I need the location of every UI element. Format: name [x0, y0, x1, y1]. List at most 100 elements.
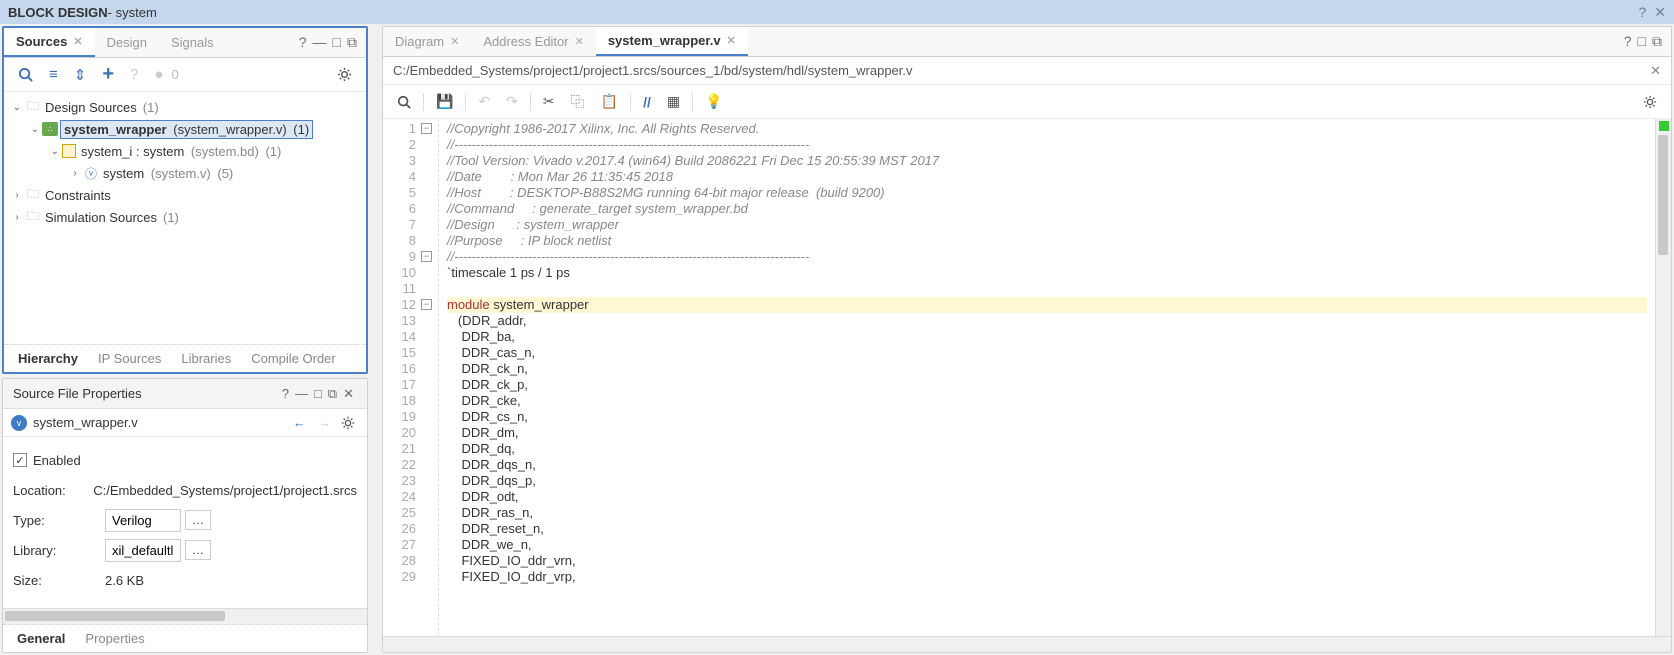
close-icon[interactable]: ✕: [343, 386, 354, 402]
file-path-bar: C:/Embedded_Systems/project1/project1.sr…: [383, 57, 1671, 85]
chevron-down-icon[interactable]: ⌄: [10, 102, 24, 113]
gear-icon[interactable]: [337, 67, 352, 82]
tab-general[interactable]: General: [7, 625, 75, 652]
help-icon[interactable]: ?: [1638, 4, 1646, 20]
code-content[interactable]: //Copyright 1986-2017 Xilinx, Inc. All R…: [439, 119, 1655, 636]
tab-ip-sources[interactable]: IP Sources: [88, 345, 171, 372]
tree-system[interactable]: › ⓥ system (system.v) (5): [6, 162, 364, 184]
properties-file-row: v system_wrapper.v ← →: [3, 409, 367, 437]
sources-bottom-tabs: Hierarchy IP Sources Libraries Compile O…: [4, 344, 366, 372]
title-prefix: BLOCK DESIGN: [8, 5, 108, 20]
location-label: Location:: [13, 483, 93, 498]
add-icon[interactable]: +: [102, 63, 114, 86]
search-icon[interactable]: [18, 67, 33, 82]
tab-signals[interactable]: Signals: [159, 28, 226, 57]
title-suffix: - system: [108, 5, 157, 20]
close-file-icon[interactable]: ✕: [1650, 63, 1661, 79]
chevron-right-icon[interactable]: ›: [68, 168, 82, 179]
scrollbar-vertical[interactable]: [1655, 119, 1671, 636]
properties-panel: Source File Properties ? — □ ⧉ ✕ v syste…: [2, 378, 368, 653]
code-editor[interactable]: 1−23456789−101112−1314151617181920212223…: [383, 119, 1671, 636]
popout-icon[interactable]: ⧉: [328, 386, 337, 402]
minimize-icon[interactable]: —: [313, 34, 327, 51]
scrollbar-horizontal[interactable]: [3, 608, 367, 624]
minimize-icon[interactable]: —: [295, 386, 308, 401]
close-icon[interactable]: ✕: [73, 35, 82, 48]
verilog-file-icon: ⓥ: [82, 165, 100, 181]
library-field[interactable]: [105, 539, 181, 562]
save-icon[interactable]: 💾: [436, 93, 453, 110]
close-icon[interactable]: ✕: [727, 34, 736, 47]
tab-diagram[interactable]: Diagram✕: [383, 27, 471, 56]
popout-icon[interactable]: ⧉: [1652, 33, 1662, 50]
paste-icon[interactable]: 📋: [601, 93, 618, 110]
tab-system-wrapper[interactable]: system_wrapper.v✕: [596, 27, 748, 56]
tab-properties[interactable]: Properties: [75, 625, 154, 652]
gear-icon[interactable]: [341, 416, 355, 430]
search-icon[interactable]: [397, 95, 411, 109]
block-design-icon: [62, 144, 76, 158]
tab-hierarchy[interactable]: Hierarchy: [8, 345, 88, 372]
chevron-right-icon[interactable]: ›: [10, 190, 24, 201]
sources-toolbar: ≡ ⇕ + ? ● 0: [4, 58, 366, 92]
column-select-icon[interactable]: ▦: [667, 93, 680, 110]
tree-constraints[interactable]: › 🗀 Constraints: [6, 184, 364, 206]
help-icon[interactable]: ?: [299, 34, 307, 51]
help-icon[interactable]: ?: [1624, 33, 1632, 50]
help-icon[interactable]: ?: [282, 386, 289, 401]
status-indicator: [1659, 121, 1669, 131]
forward-icon[interactable]: →: [318, 415, 331, 430]
tree-system-i[interactable]: ⌄ system_i : system (system.bd) (1): [6, 140, 364, 162]
comment-icon[interactable]: //: [643, 94, 651, 110]
close-window-icon[interactable]: ✕: [1654, 4, 1666, 21]
scrollbar-horizontal[interactable]: [383, 636, 1671, 652]
sources-tabs: Sources✕ Design Signals ? — □ ⧉: [4, 28, 366, 58]
close-icon[interactable]: ✕: [450, 35, 459, 48]
chevron-down-icon[interactable]: ⌄: [28, 124, 42, 135]
editor-tabs: Diagram✕ Address Editor✕ system_wrapper.…: [383, 27, 1671, 57]
tree-system-wrapper[interactable]: ⌄ ∴ system_wrapper (system_wrapper.v) (1…: [6, 118, 364, 140]
tab-address-editor[interactable]: Address Editor✕: [471, 27, 595, 56]
properties-bottom-tabs: General Properties: [3, 624, 367, 652]
popout-icon[interactable]: ⧉: [347, 34, 357, 51]
library-browse-button[interactable]: …: [185, 540, 211, 560]
verilog-file-icon: v: [11, 415, 27, 431]
type-label: Type:: [13, 513, 105, 528]
properties-filename: system_wrapper.v: [33, 415, 138, 430]
size-label: Size:: [13, 573, 105, 588]
maximize-icon[interactable]: □: [314, 386, 322, 401]
folder-icon: 🗀: [24, 209, 42, 225]
close-icon[interactable]: ✕: [575, 35, 584, 48]
tab-design[interactable]: Design: [95, 28, 159, 57]
library-label: Library:: [13, 543, 105, 558]
info-icon[interactable]: ?: [130, 66, 138, 83]
editor-toolbar: 💾 ↶ ↷ ✂ ⿻ 📋 // ▦ 💡: [383, 85, 1671, 119]
chevron-down-icon[interactable]: ⌄: [48, 146, 62, 157]
tree-design-sources[interactable]: ⌄ 🗀 Design Sources (1): [6, 96, 364, 118]
type-field[interactable]: [105, 509, 181, 532]
maximize-icon[interactable]: □: [333, 34, 341, 51]
folder-icon: 🗀: [24, 187, 42, 203]
bulb-icon[interactable]: 💡: [705, 93, 722, 110]
undo-icon[interactable]: ↶: [478, 93, 490, 110]
expand-icon[interactable]: ⇕: [74, 66, 87, 84]
maximize-icon[interactable]: □: [1638, 33, 1646, 50]
tab-libraries[interactable]: Libraries: [171, 345, 241, 372]
type-browse-button[interactable]: …: [185, 510, 211, 530]
line-gutter: 1−23456789−101112−1314151617181920212223…: [383, 119, 439, 636]
chevron-right-icon[interactable]: ›: [10, 212, 24, 223]
location-value: C:/Embedded_Systems/project1/project1.sr…: [93, 483, 357, 498]
redo-icon[interactable]: ↷: [506, 93, 518, 110]
status-count: 0: [171, 67, 178, 82]
cut-icon[interactable]: ✂: [543, 93, 555, 110]
tab-sources[interactable]: Sources✕: [4, 28, 95, 57]
copy-icon[interactable]: ⿻: [571, 92, 585, 112]
back-icon[interactable]: ←: [293, 415, 306, 430]
tab-compile-order[interactable]: Compile Order: [241, 345, 346, 372]
properties-title: Source File Properties: [13, 386, 142, 401]
tree-simulation-sources[interactable]: › 🗀 Simulation Sources (1): [6, 206, 364, 228]
gear-icon[interactable]: [1643, 95, 1657, 109]
collapse-icon[interactable]: ≡: [49, 66, 58, 83]
size-value: 2.6 KB: [105, 573, 144, 588]
enabled-checkbox[interactable]: ✓: [13, 453, 27, 467]
